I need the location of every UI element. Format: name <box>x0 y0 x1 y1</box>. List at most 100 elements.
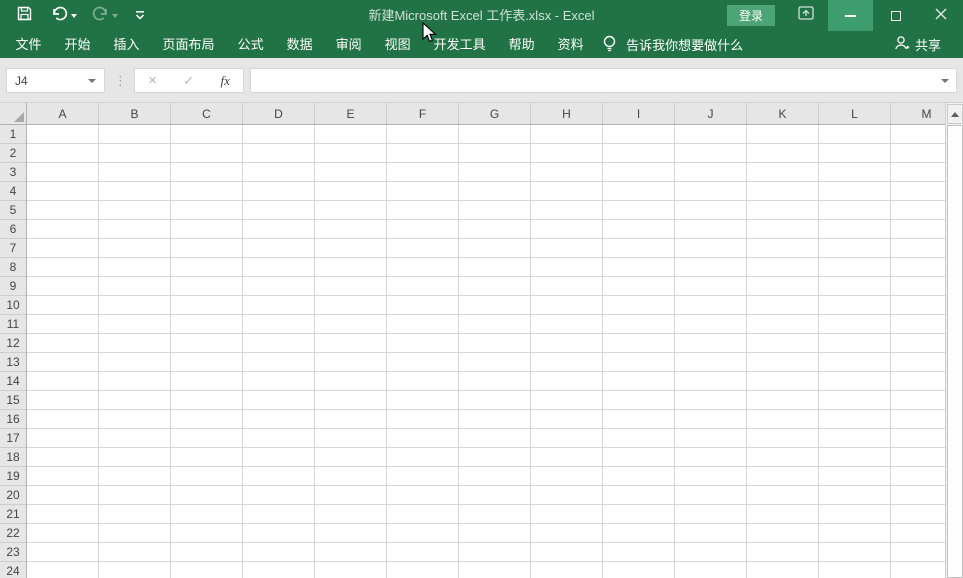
maximize-button[interactable] <box>873 0 918 31</box>
name-box-dropdown-caret[interactable] <box>88 78 96 83</box>
tab-page-layout[interactable]: 页面布局 <box>151 31 226 58</box>
column-header-B[interactable]: B <box>99 103 171 124</box>
undo-dropdown-caret[interactable] <box>71 13 77 18</box>
row-header-23[interactable]: 23 <box>0 543 26 562</box>
scroll-up-icon <box>951 111 959 117</box>
sign-in-button[interactable]: 登录 <box>726 5 775 26</box>
column-header-E[interactable]: E <box>315 103 387 124</box>
redo-icon <box>92 6 109 26</box>
formula-bar: J4 ⋮ × ✓ fx <box>0 58 963 103</box>
undo-icon <box>51 6 68 26</box>
row-header-1[interactable]: 1 <box>0 125 26 144</box>
column-headers: ABCDEFGHIJKLM <box>27 103 945 125</box>
close-icon <box>935 7 947 25</box>
column-header-H[interactable]: H <box>531 103 603 124</box>
expand-formula-bar-caret[interactable] <box>941 78 949 83</box>
row-header-4[interactable]: 4 <box>0 182 26 201</box>
column-header-K[interactable]: K <box>747 103 819 124</box>
save-icon <box>17 6 32 26</box>
row-header-18[interactable]: 18 <box>0 448 26 467</box>
name-box-value: J4 <box>15 73 28 88</box>
column-header-L[interactable]: L <box>819 103 891 124</box>
row-header-14[interactable]: 14 <box>0 372 26 391</box>
worksheet: ABCDEFGHIJKLM 1 2 3 4 5 6 7 8 9 10 11 12 13 14 15 16 17 1… <box>0 103 963 578</box>
select-all-button[interactable] <box>0 103 27 125</box>
formula-bar-separator: ⋮ <box>114 73 127 88</box>
tab-ziliao[interactable]: 资料 <box>546 31 595 58</box>
ribbon-display-options-icon <box>798 6 814 25</box>
column-header-J[interactable]: J <box>675 103 747 124</box>
tab-file[interactable]: 文件 <box>4 31 53 58</box>
quick-access-toolbar <box>0 0 149 31</box>
vertical-scrollbar[interactable] <box>945 103 963 578</box>
column-header-I[interactable]: I <box>603 103 675 124</box>
row-header-21[interactable]: 21 <box>0 505 26 524</box>
close-button[interactable] <box>918 0 963 31</box>
share-label: 共享 <box>914 38 941 53</box>
share-button[interactable]: 共享 <box>894 31 941 58</box>
titlebar: 新建Microsoft Excel 工作表.xlsx - Excel 登录 <box>0 0 963 31</box>
tab-data[interactable]: 数据 <box>275 31 324 58</box>
tab-developer[interactable]: 开发工具 <box>422 31 497 58</box>
name-box[interactable]: J4 <box>6 68 105 93</box>
formula-buttons: × ✓ fx <box>134 68 244 93</box>
column-header-M[interactable]: M <box>891 103 945 124</box>
column-header-A[interactable]: A <box>27 103 99 124</box>
vertical-scrollbar-thumb[interactable] <box>947 125 963 578</box>
person-add-icon <box>894 35 915 54</box>
row-header-7[interactable]: 7 <box>0 239 26 258</box>
tab-review[interactable]: 审阅 <box>324 31 373 58</box>
enter-icon[interactable]: ✓ <box>183 73 194 89</box>
undo-button[interactable] <box>47 4 81 28</box>
minimize-button[interactable] <box>828 0 873 31</box>
row-header-3[interactable]: 3 <box>0 163 26 182</box>
row-header-12[interactable]: 12 <box>0 334 26 353</box>
minimize-icon <box>845 14 856 17</box>
row-header-22[interactable]: 22 <box>0 524 26 543</box>
row-header-15[interactable]: 15 <box>0 391 26 410</box>
ribbon-display-options-button[interactable] <box>798 6 814 25</box>
row-header-20[interactable]: 20 <box>0 486 26 505</box>
row-header-16[interactable]: 16 <box>0 410 26 429</box>
row-header-2[interactable]: 2 <box>0 144 26 163</box>
tab-view[interactable]: 视图 <box>373 31 422 58</box>
tab-formulas[interactable]: 公式 <box>226 31 275 58</box>
customize-quick-access-button[interactable] <box>131 4 149 28</box>
column-header-C[interactable]: C <box>171 103 243 124</box>
tab-insert[interactable]: 插入 <box>102 31 151 58</box>
redo-button <box>88 4 122 28</box>
redo-dropdown-caret <box>112 13 118 18</box>
customize-quick-access-icon <box>135 7 145 25</box>
insert-function-icon[interactable]: fx <box>220 73 229 89</box>
tell-me-label: 告诉我你想要做什么 <box>626 38 744 53</box>
grid-cells[interactable] <box>27 125 945 578</box>
row-header-17[interactable]: 17 <box>0 429 26 448</box>
row-header-9[interactable]: 9 <box>0 277 26 296</box>
tab-help[interactable]: 帮助 <box>497 31 546 58</box>
ribbon-tabs: 文件 开始 插入 页面布局 公式 数据 审阅 视图 开发工具 帮助 资料 <box>0 31 595 58</box>
row-header-8[interactable]: 8 <box>0 258 26 277</box>
select-all-triangle-icon <box>14 112 24 122</box>
maximize-icon <box>890 10 901 21</box>
row-header-11[interactable]: 11 <box>0 315 26 334</box>
tell-me-box[interactable]: 告诉我你想要做什么 <box>602 35 743 55</box>
scroll-up-button[interactable] <box>947 104 963 124</box>
formula-input[interactable] <box>250 68 957 93</box>
row-header-10[interactable]: 10 <box>0 296 26 315</box>
app-header: 新建Microsoft Excel 工作表.xlsx - Excel 登录 文件… <box>0 0 963 58</box>
row-header-13[interactable]: 13 <box>0 353 26 372</box>
tab-home[interactable]: 开始 <box>53 31 102 58</box>
cancel-icon[interactable]: × <box>148 72 157 89</box>
row-header-24[interactable]: 24 <box>0 562 26 578</box>
column-header-D[interactable]: D <box>243 103 315 124</box>
row-header-5[interactable]: 5 <box>0 201 26 220</box>
row-header-6[interactable]: 6 <box>0 220 26 239</box>
column-header-G[interactable]: G <box>459 103 531 124</box>
lightbulb-icon <box>602 35 626 55</box>
save-button[interactable] <box>13 4 36 28</box>
window-title: 新建Microsoft Excel 工作表.xlsx - Excel <box>368 8 595 23</box>
column-header-F[interactable]: F <box>387 103 459 124</box>
row-header-19[interactable]: 19 <box>0 467 26 486</box>
menubar: 文件 开始 插入 页面布局 公式 数据 审阅 视图 开发工具 帮助 资料 告诉我你想要做什么 共享 <box>0 31 963 58</box>
row-headers: 1 2 3 4 5 6 7 8 9 10 11 12 13 14 15 16 17 18 19 20 21 22 23 24 <box>0 125 27 578</box>
